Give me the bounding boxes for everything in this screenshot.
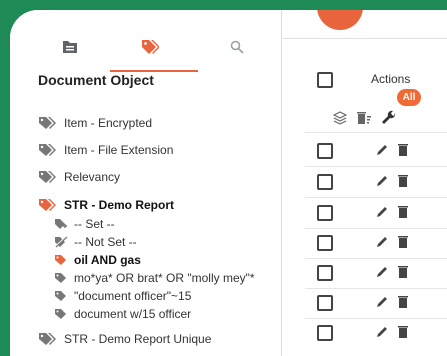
tab-search[interactable] [207,26,267,68]
tree-item-label: STR - Demo Report [64,198,175,212]
panel-tabs [10,26,282,72]
app-frame: Document Object Item - Encrypted Item - … [10,10,447,356]
tag-icon [38,170,58,184]
tag-icon [54,271,68,285]
select-all-checkbox[interactable] [317,72,333,88]
tree-item-encrypted[interactable]: Item - Encrypted [38,116,152,130]
tag-icon [38,143,58,157]
tag-icon-selected [54,253,68,267]
table-row [317,264,447,282]
row-divider [305,258,447,259]
tree-subitem-label: mo*ya* OR brat* OR "molly mey"* [74,271,255,285]
row-divider [305,318,447,319]
row-divider [305,288,447,289]
divider [283,38,447,39]
table-row [317,173,447,191]
header-divider [305,132,447,133]
row-checkbox[interactable] [317,174,333,190]
edit-icon[interactable] [375,325,389,339]
tree-item-relevancy[interactable]: Relevancy [38,170,120,184]
tree-subitem-set[interactable]: -- Set -- [54,217,115,231]
delete-icon[interactable] [397,143,409,157]
tree-item-file-extension[interactable]: Item - File Extension [38,143,173,157]
row-checkbox[interactable] [317,295,333,311]
tab-tags[interactable] [120,26,180,68]
row-checkbox[interactable] [317,205,333,221]
tree-subitem-document-officer-proximity[interactable]: "document officer"~15 [54,289,191,303]
tag-browser-panel: Document Object Item - Encrypted Item - … [10,10,282,356]
tree-subitem-molly-query[interactable]: mo*ya* OR brat* OR "molly mey"* [54,271,255,285]
edit-icon[interactable] [375,205,389,219]
tree-subitem-label: oil AND gas [74,253,141,267]
tag-off-icon [54,235,68,249]
tree-subitem-label: -- Not Set -- [74,235,137,249]
row-divider [305,197,447,198]
tree-item-label: Relevancy [64,170,121,184]
document-list-panel: Actions All [283,10,447,356]
row-checkbox[interactable] [317,265,333,281]
row-divider [305,166,447,167]
tree-subitem-label: -- Set -- [74,217,115,231]
tree-item-str-demo-report[interactable]: STR - Demo Report [38,198,174,212]
tag-icon [54,307,68,321]
tag-icon [54,289,68,303]
actions-column-header: Actions [371,72,411,86]
delete-icon[interactable] [397,174,409,188]
row-checkbox[interactable] [317,143,333,159]
delete-icon[interactable] [397,295,409,309]
edit-icon[interactable] [375,295,389,309]
tag-icon-active [38,198,58,212]
table-row [317,204,447,222]
tab-folder[interactable] [40,26,100,68]
floating-action-button[interactable] [317,10,363,30]
delete-icon[interactable] [397,205,409,219]
delete-icon[interactable] [397,235,409,249]
tree-item-label: Item - File Extension [64,143,174,157]
tree-item-label: Item - Encrypted [64,116,153,130]
tree-subitem-label: "document officer"~15 [74,289,192,303]
all-badge[interactable]: All [397,89,421,106]
wrench-icon[interactable] [381,110,397,126]
edit-icon[interactable] [375,235,389,249]
edit-icon[interactable] [375,265,389,279]
bulk-delete-icon[interactable] [357,111,371,125]
tree-item-str-demo-report-unique[interactable]: STR - Demo Report Unique [38,332,211,346]
tags-icon [142,40,159,54]
table-row [317,324,447,342]
tree-subitem-document-w15-officer[interactable]: document w/15 officer [54,307,191,321]
layers-icon[interactable] [333,111,347,125]
search-icon [230,40,244,54]
section-title: Document Object [38,72,154,88]
row-divider [305,228,447,229]
tag-icon [38,116,58,130]
tag-plus-icon [54,217,68,231]
edit-icon[interactable] [375,174,389,188]
tag-icon [38,332,58,346]
tree-subitem-not-set[interactable]: -- Not Set -- [54,235,137,249]
row-checkbox[interactable] [317,325,333,341]
tree-subitem-oil-and-gas[interactable]: oil AND gas [54,253,141,267]
table-row [317,294,447,312]
row-checkbox[interactable] [317,235,333,251]
folder-icon [63,41,77,53]
delete-icon[interactable] [397,265,409,279]
table-row [317,142,447,160]
bulk-action-icons [333,110,407,126]
tree-subitem-label: document w/15 officer [74,307,192,321]
delete-icon[interactable] [397,325,409,339]
tree-item-label: STR - Demo Report Unique [64,332,212,346]
table-row [317,234,447,252]
edit-icon[interactable] [375,143,389,157]
